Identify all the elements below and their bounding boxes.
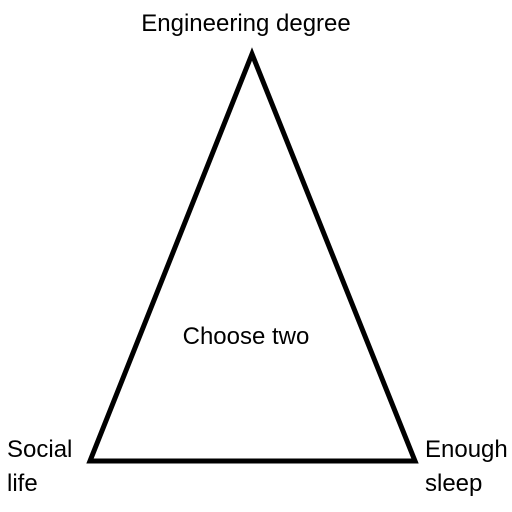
vertex-label-left: Social life (7, 433, 72, 501)
vertex-label-top: Engineering degree (141, 10, 351, 37)
vertex-label-left-line-1: Social (7, 436, 73, 463)
vertex-label-left-line-2: life (7, 470, 38, 497)
choice-triangle (86, 47, 419, 464)
center-label: Choose two (182, 323, 310, 350)
vertex-label-right-line-2: sleep (425, 470, 483, 497)
vertex-label-right-line-1: Enough (425, 436, 508, 463)
vertex-label-right: Enough sleep (425, 433, 508, 501)
